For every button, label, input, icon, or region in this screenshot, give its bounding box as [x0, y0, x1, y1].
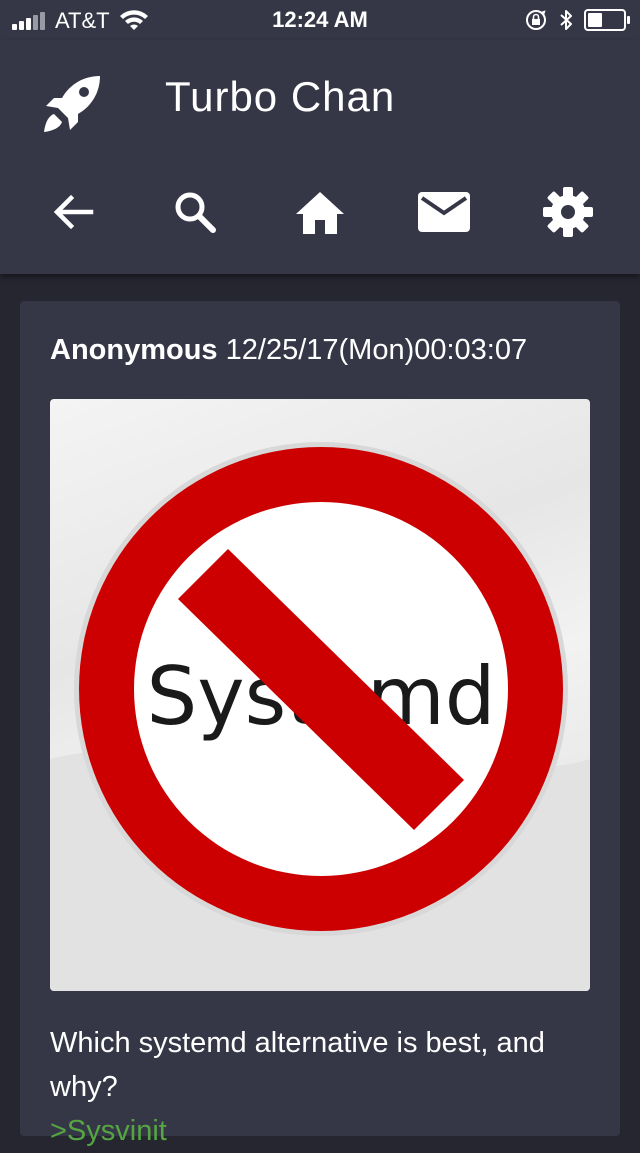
- post-body: Which systemd alternative is best, and w…: [50, 1021, 590, 1153]
- orientation-lock-icon: [526, 10, 546, 30]
- search-icon: [175, 192, 216, 233]
- post-card[interactable]: Anonymous 12/25/17(Mon)00:03:07 Systemd …: [20, 301, 620, 1147]
- app-bar: Turbo Chan: [0, 40, 640, 274]
- post-comment: Which systemd alternative is best, and w…: [50, 1027, 545, 1103]
- post-datetime: 12/25/17(Mon)00:03:07: [225, 334, 528, 366]
- no-systemd-sign-image: Systemd: [50, 442, 590, 991]
- rocket-logo-icon: [44, 76, 100, 132]
- title-row: Turbo Chan: [0, 40, 640, 155]
- post-greentext: >Sysvinit: [50, 1115, 167, 1147]
- post-header: Anonymous 12/25/17(Mon)00:03:07: [50, 334, 527, 367]
- bluetooth-icon: [560, 10, 572, 30]
- status-bar: AT&T 12:24 AM: [0, 0, 640, 40]
- battery-icon: [584, 9, 630, 31]
- settings-gear-icon: [543, 187, 593, 237]
- post-author: Anonymous: [50, 334, 218, 366]
- app-title: Turbo Chan: [165, 73, 396, 120]
- mail-icon: [418, 192, 470, 232]
- search-button[interactable]: [163, 180, 227, 244]
- nav-toolbar: [0, 180, 640, 250]
- home-button[interactable]: [288, 180, 352, 244]
- post-image[interactable]: Systemd: [50, 399, 590, 991]
- messages-button[interactable]: [412, 180, 476, 244]
- settings-button[interactable]: [536, 180, 600, 244]
- status-right: [524, 8, 630, 32]
- back-button[interactable]: [41, 180, 105, 244]
- home-icon: [296, 192, 344, 234]
- back-arrow-icon: [53, 194, 94, 230]
